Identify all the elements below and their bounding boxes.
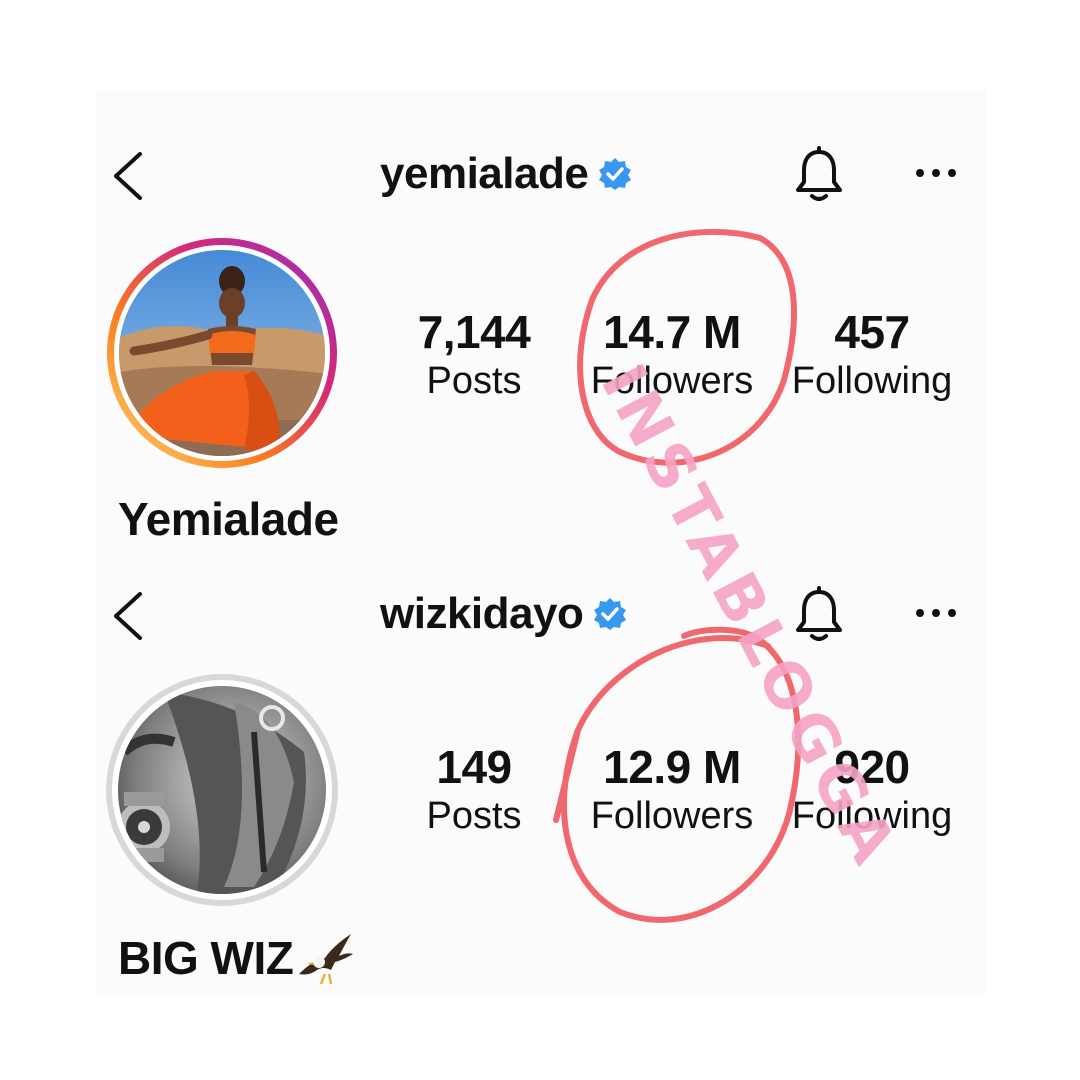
display-name-text: Yemialade bbox=[118, 493, 339, 545]
stat-value: 7,144 bbox=[417, 306, 531, 358]
stat-label: Following bbox=[791, 360, 953, 402]
bell-icon[interactable] bbox=[792, 586, 846, 644]
display-name: Yemialade bbox=[118, 492, 339, 546]
avatar[interactable] bbox=[104, 672, 340, 908]
stat-value: 12.9 M bbox=[603, 741, 741, 793]
stat-label: Followers bbox=[590, 360, 754, 402]
username: yemialade bbox=[380, 149, 589, 198]
profile-header: wizkidayo bbox=[0, 580, 1080, 650]
stat-posts[interactable]: 7,144 Posts bbox=[374, 305, 574, 403]
chevron-left-icon[interactable] bbox=[108, 150, 148, 202]
avatar[interactable] bbox=[104, 235, 340, 471]
more-options-icon[interactable] bbox=[912, 166, 960, 180]
username: wizkidayo bbox=[380, 589, 584, 638]
username-header: wizkidayo bbox=[380, 588, 627, 640]
avatar-image bbox=[107, 238, 337, 468]
stat-value: 457 bbox=[834, 306, 910, 358]
stat-label: Posts bbox=[426, 795, 522, 837]
stat-following[interactable]: 920 Following bbox=[772, 740, 972, 838]
profile-header: yemialade bbox=[0, 140, 1080, 210]
stat-followers[interactable]: 12.9 M Followers bbox=[572, 740, 772, 838]
stat-label: Followers bbox=[590, 795, 754, 837]
more-options-icon[interactable] bbox=[912, 606, 960, 620]
verified-badge-icon bbox=[599, 158, 632, 190]
display-name: BIG WIZ bbox=[118, 930, 355, 986]
bell-icon[interactable] bbox=[792, 146, 846, 204]
stat-value: 920 bbox=[834, 741, 910, 793]
display-name-text: BIG WIZ bbox=[118, 932, 294, 984]
username-header: yemialade bbox=[380, 148, 632, 200]
verified-badge-icon bbox=[594, 598, 627, 630]
stat-following[interactable]: 457 Following bbox=[772, 305, 972, 403]
stat-posts[interactable]: 149 Posts bbox=[374, 740, 574, 838]
stat-followers[interactable]: 14.7 M Followers bbox=[572, 305, 772, 403]
chevron-left-icon[interactable] bbox=[108, 590, 148, 642]
eagle-icon bbox=[299, 934, 354, 985]
stat-label: Posts bbox=[426, 360, 522, 402]
stat-value: 14.7 M bbox=[603, 306, 741, 358]
stat-label: Following bbox=[791, 795, 953, 837]
avatar-image bbox=[106, 674, 338, 906]
stat-value: 149 bbox=[436, 741, 512, 793]
